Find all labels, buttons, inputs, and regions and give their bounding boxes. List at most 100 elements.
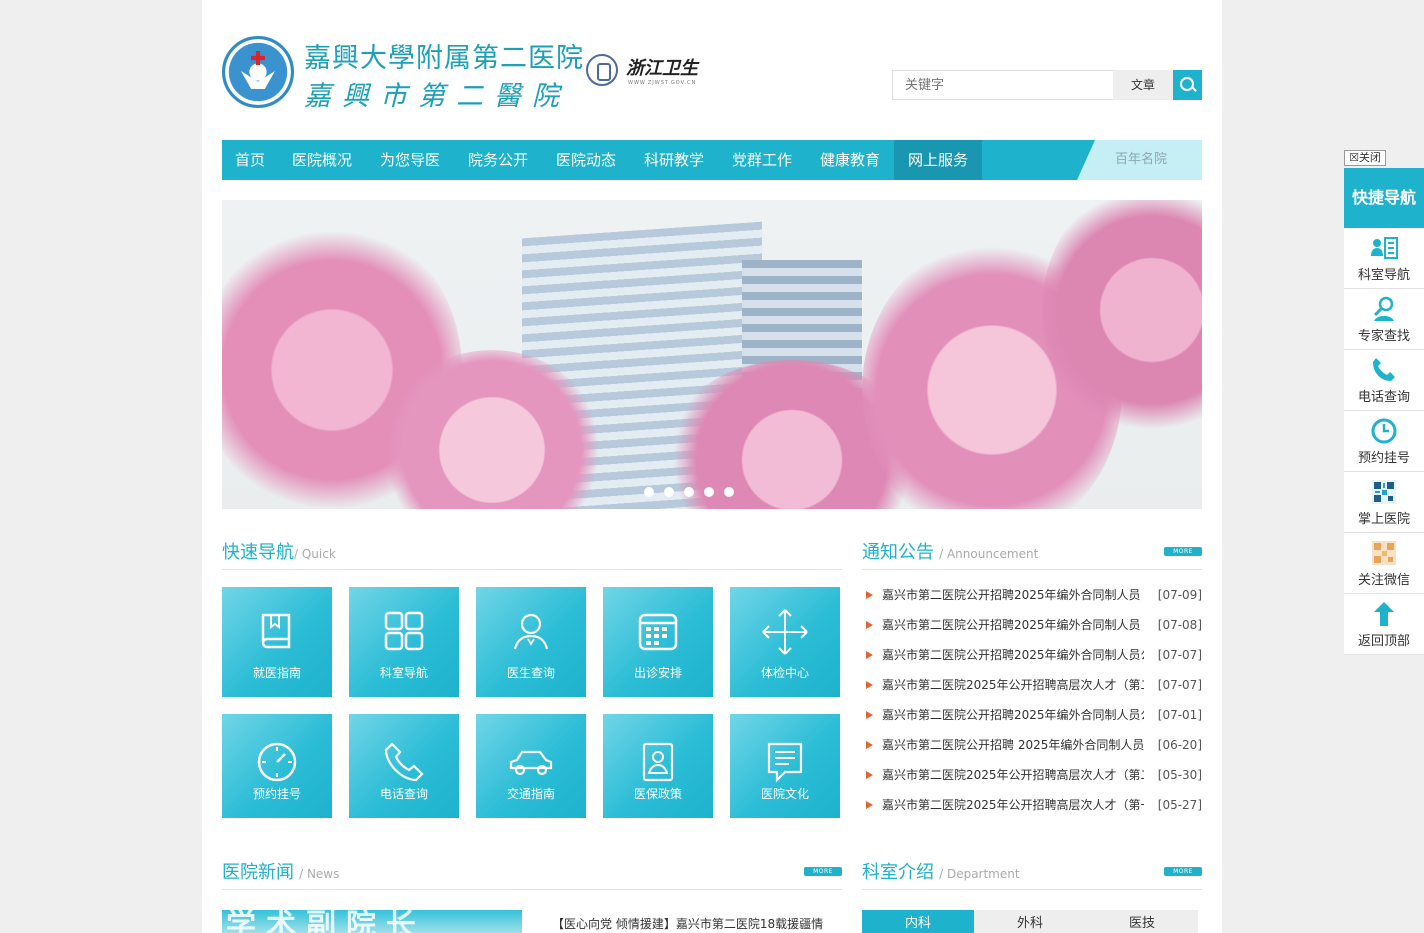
carousel-dot[interactable]	[644, 487, 654, 497]
tab-internal-medicine[interactable]: 内科	[862, 910, 974, 933]
list-person-icon	[1371, 237, 1398, 259]
tile-insurance-policy[interactable]: 医保政策	[603, 714, 713, 818]
partner-logo-url: WWW.ZJWST.GOV.CN	[628, 80, 697, 86]
car-icon	[509, 750, 553, 776]
nav-item-online-service[interactable]: 网上服务	[894, 140, 982, 180]
tile-dept-nav[interactable]: 科室导航	[349, 587, 459, 697]
search-button[interactable]	[1173, 70, 1202, 100]
notice-title[interactable]: 嘉兴市第二医院公开招聘2025年编外合同制人员	[882, 580, 1144, 610]
search-bar: 文章	[892, 70, 1202, 100]
notice-item[interactable]: 嘉兴市第二医院公开招聘2025年编外合同制人员 [07-09]	[862, 580, 1202, 610]
notice-title[interactable]: 嘉兴市第二医院公开招聘2025年编外合同制人员公告	[882, 640, 1144, 670]
hero-banner[interactable]	[222, 200, 1202, 509]
nav-item-home[interactable]: 首页	[222, 140, 278, 180]
bullet-arrow-icon	[866, 651, 873, 659]
notice-date: [05-30]	[1157, 768, 1202, 782]
department-tabs: 内科 外科 医技	[862, 910, 1198, 933]
tile-schedule[interactable]: 出诊安排	[603, 587, 713, 697]
notice-item[interactable]: 嘉兴市第二医院公开招聘2025年编外合同制人员公告 [07-01]	[862, 700, 1202, 730]
zhejiang-health-logo[interactable]: 浙江卫生 WWW.ZJWST.GOV.CN	[586, 52, 706, 88]
carousel-dot[interactable]	[704, 487, 714, 497]
notice-title[interactable]: 嘉兴市第二医院2025年公开招聘高层次人才（第二批）	[882, 670, 1144, 700]
notices-header: 通知公告 / Announcement MORE	[862, 538, 1202, 570]
nav-item-news[interactable]: 医院动态	[542, 140, 630, 180]
tile-visit-guide[interactable]: 就医指南	[222, 587, 332, 697]
nav-item-affairs[interactable]: 院务公开	[454, 140, 542, 180]
hospital-logo[interactable]: 嘉興大學附属第二医院 嘉興市第二醫院	[222, 30, 583, 114]
doctor-icon	[513, 613, 549, 650]
logo-title-line1: 嘉興大學附属第二医院	[304, 43, 584, 74]
tile-traffic-guide[interactable]: 交通指南	[476, 714, 586, 818]
side-item-mobile-hospital[interactable]: 掌上医院	[1344, 472, 1424, 533]
notice-item[interactable]: 嘉兴市第二医院公开招聘2025年编外合同制人员公告 [07-07]	[862, 640, 1202, 670]
notice-item[interactable]: 嘉兴市第二医院公开招聘2025年编外合同制人员 [07-08]	[862, 610, 1202, 640]
bullet-arrow-icon	[866, 591, 873, 599]
tile-phone-query[interactable]: 电话查询	[349, 714, 459, 818]
side-panel-close-button[interactable]: ☒关闭	[1344, 150, 1386, 166]
tile-appointment[interactable]: 预约挂号	[222, 714, 332, 818]
notice-item[interactable]: 嘉兴市第二医院2025年公开招聘高层次人才（第二批） [07-07]	[862, 670, 1202, 700]
tile-label: 电话查询	[379, 787, 428, 801]
side-item-expert-search[interactable]: 专家查找	[1344, 289, 1424, 350]
tab-surgery[interactable]: 外科	[974, 910, 1086, 933]
bullet-arrow-icon	[866, 621, 873, 629]
tile-label: 就医指南	[252, 666, 301, 680]
notice-item[interactable]: 嘉兴市第二医院2025年公开招聘高层次人才（第二批） [05-30]	[862, 760, 1202, 790]
notice-title[interactable]: 嘉兴市第二医院公开招聘2025年编外合同制人员	[882, 610, 1144, 640]
notice-item[interactable]: 嘉兴市第二医院2025年公开招聘高层次人才（第一批） [05-27]	[862, 790, 1202, 820]
side-quick-panel: 快捷导航 科室导航 专家查找 电话查询 预约挂号 掌上医院 关注微信 返回顶部	[1344, 168, 1424, 655]
tile-hospital-culture[interactable]: 医院文化	[730, 714, 840, 818]
side-item-back-to-top[interactable]: 返回顶部	[1344, 594, 1424, 655]
news-image[interactable]: 学术副院长	[222, 910, 522, 933]
side-item-wechat[interactable]: 关注微信	[1344, 533, 1424, 594]
notices-more-button[interactable]: MORE	[1164, 547, 1202, 556]
partner-logo-text: 浙江卫生	[626, 58, 698, 79]
search-type-select[interactable]: 文章	[1113, 70, 1173, 100]
notice-date: [05-27]	[1157, 798, 1202, 812]
side-item-phone[interactable]: 电话查询	[1344, 350, 1424, 411]
tile-label: 医保政策	[633, 787, 682, 801]
news-more-button[interactable]: MORE	[804, 867, 842, 876]
bullet-arrow-icon	[866, 681, 873, 689]
departments-subtitle: / Department	[939, 867, 1020, 881]
nav-slogan-text: 百年名院	[1115, 152, 1168, 167]
tile-checkup-center[interactable]: 体检中心	[730, 587, 840, 697]
carousel-dot[interactable]	[664, 487, 674, 497]
notice-title[interactable]: 嘉兴市第二医院2025年公开招聘高层次人才（第二批）	[882, 760, 1144, 790]
tile-label: 预约挂号	[252, 787, 301, 801]
departments-more-button[interactable]: MORE	[1164, 867, 1202, 876]
notices-subtitle: / Announcement	[939, 547, 1039, 561]
search-input[interactable]	[892, 70, 1113, 100]
notice-title[interactable]: 嘉兴市第二医院2025年公开招聘高层次人才（第一批）	[882, 790, 1144, 820]
page-container: 嘉興大學附属第二医院 嘉興市第二醫院 浙江卫生 WWW.ZJWST.GOV.CN…	[202, 0, 1222, 933]
clock-icon	[257, 742, 297, 782]
carousel-dot[interactable]	[684, 487, 694, 497]
nav-item-overview[interactable]: 医院概况	[278, 140, 366, 180]
side-item-appointment[interactable]: 预约挂号	[1344, 411, 1424, 472]
notice-title[interactable]: 嘉兴市第二医院公开招聘 2025年编外合同制人员	[882, 730, 1144, 760]
carousel-dot[interactable]	[724, 487, 734, 497]
news-header: 医院新闻 / News MORE	[222, 858, 842, 890]
tile-label: 科室导航	[379, 666, 428, 680]
notice-title[interactable]: 嘉兴市第二医院公开招聘2025年编外合同制人员公告	[882, 700, 1144, 730]
departments-header: 科室介绍 / Department MORE	[862, 858, 1202, 890]
nav-item-research[interactable]: 科研教学	[630, 140, 718, 180]
notice-item[interactable]: 嘉兴市第二医院公开招聘 2025年编外合同制人员 [06-20]	[862, 730, 1202, 760]
side-item-dept-nav[interactable]: 科室导航	[1344, 228, 1424, 289]
news-headline[interactable]: 【医心向党 倾情援建】嘉兴市第二医院18载援疆情	[552, 915, 823, 932]
expert-search-icon	[1373, 296, 1394, 321]
tab-medical-tech[interactable]: 医技	[1086, 910, 1198, 933]
side-item-label: 关注微信	[1357, 573, 1410, 588]
bullet-arrow-icon	[866, 801, 873, 809]
side-item-label: 预约挂号	[1357, 451, 1410, 466]
tile-label: 出诊安排	[633, 666, 682, 680]
qr-code-icon	[1372, 480, 1396, 504]
news-title: 医院新闻	[222, 862, 294, 883]
bullet-arrow-icon	[866, 771, 873, 779]
nav-item-health-edu[interactable]: 健康教育	[806, 140, 894, 180]
nav-item-guide[interactable]: 为您导医	[366, 140, 454, 180]
nav-item-party[interactable]: 党群工作	[718, 140, 806, 180]
tile-doctor-search[interactable]: 医生查询	[476, 587, 586, 697]
logo-title-line2: 嘉興市第二醫院	[304, 81, 570, 112]
move-arrows-icon	[762, 609, 808, 655]
